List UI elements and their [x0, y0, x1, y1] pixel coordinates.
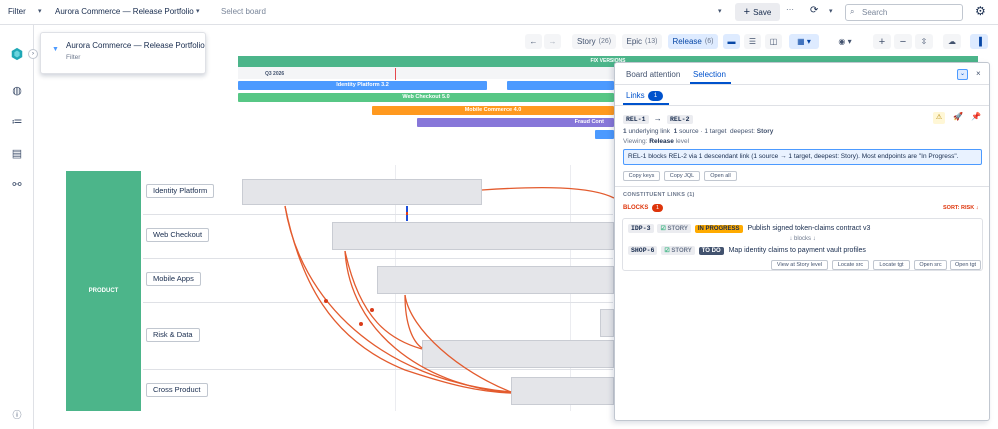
dependency-node — [370, 308, 374, 312]
open-all-button[interactable]: Open all — [704, 171, 737, 181]
viewing-label: Viewing: — [623, 138, 648, 145]
source-type-label: STORY — [667, 226, 688, 232]
epic-label: Epic — [626, 37, 643, 46]
collapse-icon[interactable]: ⌄ — [957, 69, 968, 80]
search-placeholder: Search — [862, 8, 888, 17]
warning-icon[interactable]: ⚠ — [933, 112, 945, 124]
blocks-label: BLOCKS — [623, 205, 649, 211]
selection-panel: Board attention Selection ⌄ × Links 1 RE… — [614, 62, 990, 421]
link-summary: REL-1 blocks REL-2 via 1 descendant link… — [623, 149, 982, 165]
copy-keys-button[interactable]: Copy keys — [623, 171, 660, 181]
relation-label: ↓ blocks ↓ — [789, 236, 816, 242]
underlying-count: 1 — [623, 128, 627, 135]
refresh-icon[interactable]: ⟳ — [810, 5, 818, 16]
release-count: (6) — [704, 38, 714, 45]
close-icon[interactable]: × — [976, 69, 981, 78]
view-at-story-level-button[interactable]: View at Story level — [771, 260, 828, 270]
more-icon[interactable]: ⋯ — [786, 5, 794, 14]
epic-count: (13) — [645, 38, 658, 45]
viewing-level: Viewing: Release level — [623, 138, 689, 145]
subtab-links[interactable]: Links — [626, 91, 645, 100]
sort-risk-button[interactable]: SORT: RISK ↓ — [943, 205, 978, 211]
divider — [615, 105, 989, 106]
eye-icon[interactable]: ◉ ▾ — [829, 34, 861, 49]
calendar-icon[interactable]: ▦ ▾ — [789, 34, 819, 49]
epic-level-button[interactable]: Epic (13) — [622, 34, 662, 49]
viewing-suffix: level — [675, 138, 690, 145]
chevron-down-icon[interactable]: ▾ — [718, 7, 722, 15]
link-stats: 1 underlying link 1 source · 1 target de… — [623, 128, 773, 135]
cloud-icon[interactable]: ☁ — [943, 34, 961, 49]
gear-icon[interactable]: ⚙ — [975, 4, 986, 18]
source-row[interactable]: IDP-3 ☑ STORY IN PROGRESS Publish signed… — [628, 224, 870, 233]
source-type: ☑ STORY — [657, 224, 691, 233]
locate-tgt-button[interactable]: Locate tgt — [873, 260, 910, 270]
release-level-button[interactable]: Release (6) — [668, 34, 718, 49]
story-icon: ☑ — [660, 226, 666, 232]
dependency-line — [481, 186, 614, 199]
selection-marker — [406, 212, 408, 215]
viewing-value: Release — [649, 138, 674, 145]
locate-src-button[interactable]: Locate src — [832, 260, 869, 270]
pin-icon[interactable]: 📌 — [971, 112, 981, 121]
target-summary: Map identity claims to payment vault pro… — [728, 247, 866, 254]
target-row[interactable]: SHOP-6 ☑ STORY TO DO Map identity claims… — [628, 246, 866, 255]
dependency-line — [284, 205, 512, 394]
divider — [615, 84, 989, 85]
zoom-in-icon[interactable]: + — [873, 34, 891, 49]
dependency-line — [404, 294, 423, 349]
source-key[interactable]: IDP-3 — [628, 224, 654, 233]
to-key-chip[interactable]: REL-2 — [666, 115, 693, 124]
dependency-line — [404, 294, 512, 393]
target-key[interactable]: SHOP-6 — [628, 246, 658, 255]
zoom-out-icon[interactable]: − — [894, 34, 912, 49]
blocks-count-badge: 1 — [652, 204, 663, 212]
search-input[interactable]: ⌕ Search — [845, 4, 963, 21]
dependency-node — [359, 322, 363, 326]
deepest-value: Story — [756, 128, 774, 135]
fit-icon[interactable]: ⇳ — [915, 34, 933, 49]
constituent-links-header: CONSTITUENT LINKS (1) — [623, 192, 695, 198]
source-label: source — [679, 128, 699, 135]
from-key-chip[interactable]: REL-1 — [623, 115, 649, 124]
dependency-line — [344, 250, 512, 394]
dependency-line — [344, 250, 423, 350]
deepest-label: deepest: — [730, 128, 755, 135]
target-label: · 1 target — [700, 128, 727, 135]
open-src-button[interactable]: Open src — [914, 260, 947, 270]
target-status: TO DO — [698, 247, 724, 255]
target-type: ☑ STORY — [661, 246, 695, 255]
search-icon: ⌕ — [850, 7, 855, 16]
source-summary: Publish signed token-claims contract v3 — [747, 225, 871, 232]
rows-view-icon[interactable]: ☰ — [744, 34, 761, 49]
dependency-lines — [284, 186, 614, 394]
compact-view-icon[interactable]: ▬ — [723, 34, 740, 49]
source-status: IN PROGRESS — [694, 225, 743, 233]
constituent-link-card: IDP-3 ☑ STORY IN PROGRESS Publish signed… — [622, 218, 983, 271]
save-button-label: Save — [753, 7, 772, 17]
story-icon: ☑ — [664, 248, 670, 254]
open-tgt-button[interactable]: Open tgt — [950, 260, 981, 270]
save-button[interactable]: + Save — [735, 3, 780, 21]
underlying-label: underlying link — [628, 128, 670, 135]
rocket-icon[interactable]: 🚀 — [953, 112, 963, 121]
panel-toggle-icon[interactable]: ▐ — [970, 34, 988, 49]
arrow: → — [653, 114, 662, 123]
tab-selection[interactable]: Selection — [693, 70, 726, 79]
dependency-node — [324, 299, 328, 303]
tab-board-attention[interactable]: Board attention — [626, 70, 680, 79]
plus-icon: + — [743, 6, 751, 18]
columns-view-icon[interactable]: ◫ — [765, 34, 782, 49]
divider — [615, 186, 989, 187]
chevron-down-icon[interactable]: ▾ — [829, 7, 833, 15]
link-header: REL-1 → REL-2 — [623, 114, 693, 124]
links-count-badge: 1 — [648, 91, 663, 101]
release-label: Release — [672, 37, 702, 46]
source-count: 1 — [673, 128, 678, 135]
target-type-label: STORY — [671, 248, 692, 254]
copy-jql-button[interactable]: Copy JQL — [664, 171, 700, 181]
